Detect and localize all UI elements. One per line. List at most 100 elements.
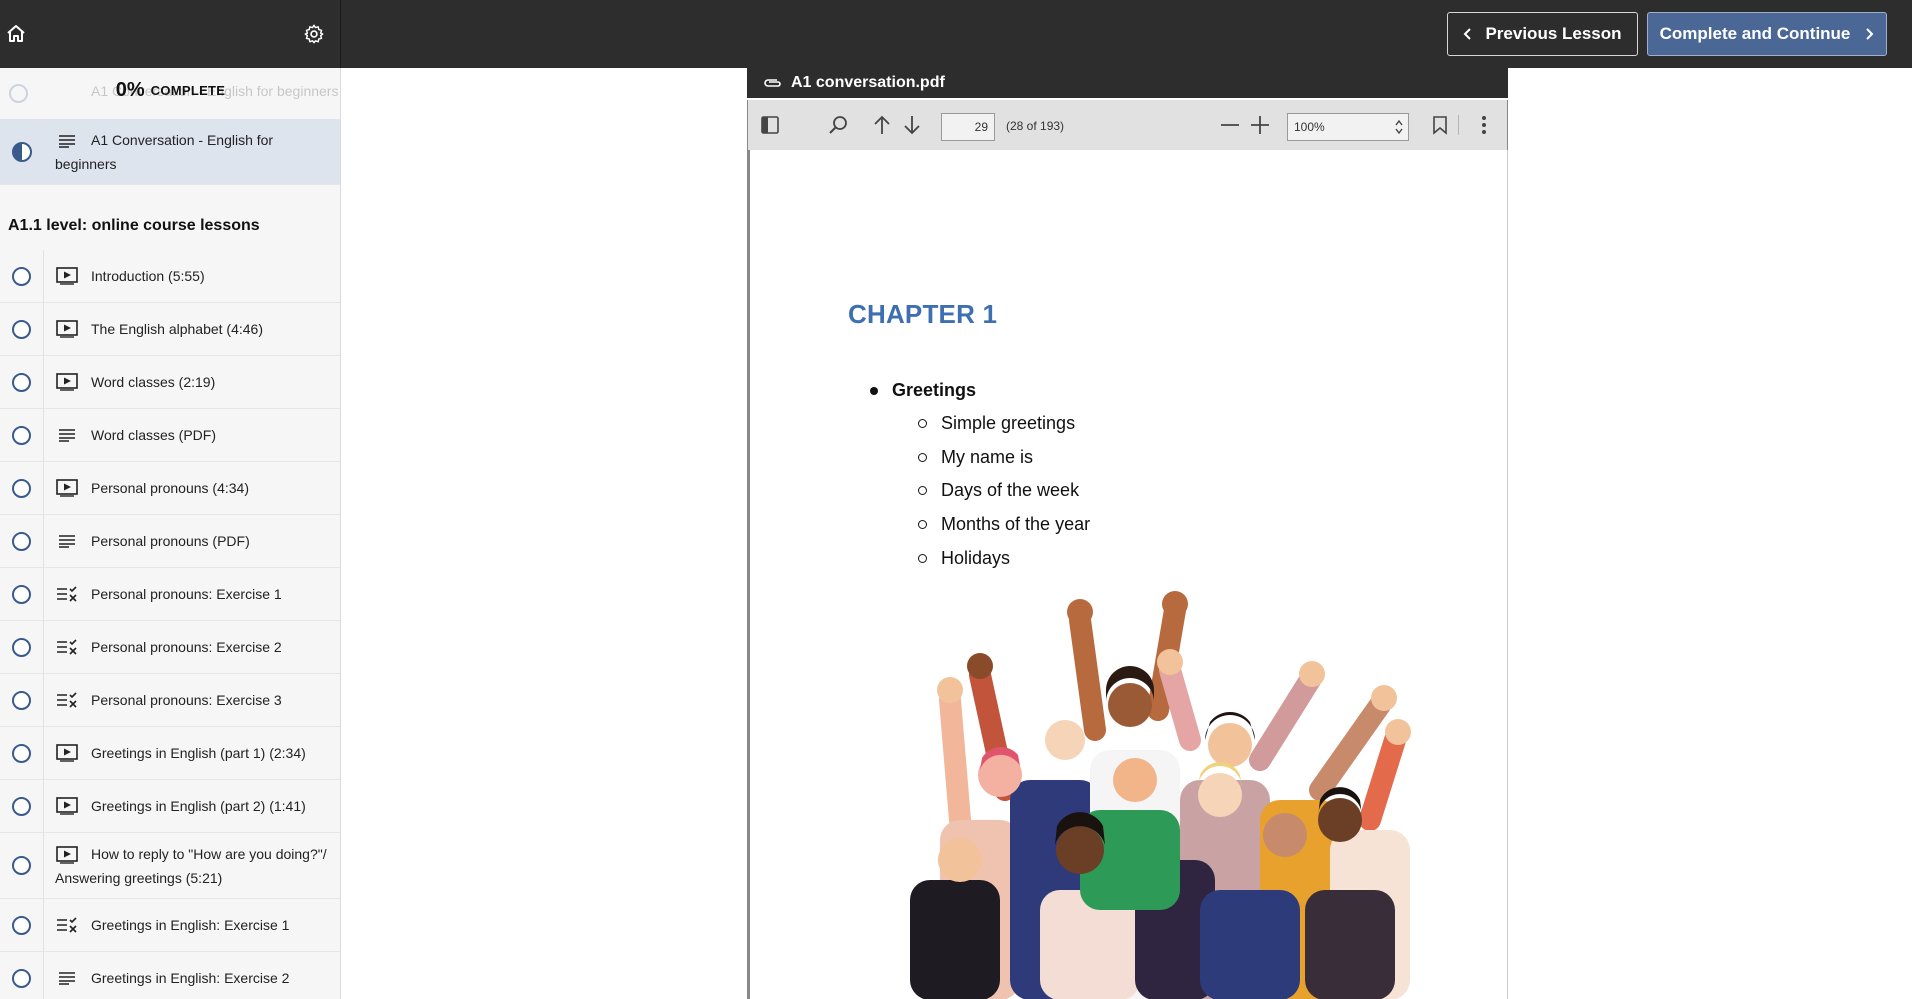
complete-and-continue-button[interactable]: Complete and Continue [1647,12,1887,56]
video-icon [55,845,79,865]
bullet-dot [870,386,878,395]
progress-percent: 0% [115,78,145,101]
people-celebrating-illustration [910,591,1411,999]
home-icon[interactable] [0,18,32,50]
lesson-status [0,899,44,951]
sidebar-header [0,0,341,68]
text-lesson-icon [55,968,79,988]
lesson-title: Personal pronouns (PDF) [91,533,250,549]
lesson-title: How to reply to "How are you doing?"/ [91,846,327,862]
zoom-select[interactable]: 100% [1287,113,1409,141]
search-icon[interactable] [827,113,851,137]
pdf-toolbar: 29 (28 of 193) 100% [747,100,1508,150]
text-lesson-icon [55,531,79,551]
incomplete-circle-icon [12,266,31,286]
lesson-status [0,356,44,408]
page-count: (28 of 193) [1006,119,1065,133]
lesson-row[interactable]: Greetings in English: Exercise 1 [0,899,340,952]
gear-icon[interactable] [298,18,330,50]
incomplete-circle-icon [12,478,31,498]
lesson-row[interactable]: Greetings in English: Exercise 2 [0,952,340,999]
select-arrows-icon [1395,119,1403,135]
quiz-icon [55,915,79,935]
video-icon [55,478,79,498]
incomplete-circle-icon [12,584,31,604]
lesson-title: Personal pronouns (4:34) [91,480,249,496]
lesson-title: Personal pronouns: Exercise 2 [91,639,282,655]
incomplete-circle-icon [12,531,31,551]
arrow-down-icon[interactable] [900,113,924,137]
lesson-row[interactable]: Word classes (2:19) [0,356,340,409]
lesson-row[interactable]: Greetings in English (part 1) (2:34) [0,727,340,780]
sub-bullet-item: Days of the week [918,474,1090,508]
video-icon [55,796,79,816]
lesson-status [0,568,44,620]
main-bullet: Greetings [870,380,976,401]
sub-bullet-item: Holidays [918,541,1090,575]
lesson-status [0,727,44,779]
sub-bullet-item: My name is [918,441,1090,475]
lesson-row[interactable]: Personal pronouns (4:34) [0,462,340,515]
progress-label: COMPLETE [150,82,226,98]
incomplete-circle-icon [12,856,31,875]
sub-bullet-item: Months of the year [918,508,1090,542]
text-lesson-icon [55,425,79,445]
section-title: A1.1 level: online course lessons [8,217,260,234]
lesson-title: Greetings in English: Exercise 1 [91,917,290,933]
pdf-title-bar: A1 conversation.pdf [747,68,1508,98]
complete-and-continue-label: Complete and Continue [1659,24,1851,43]
zoom-out-icon[interactable] [1218,113,1242,137]
lesson-title: A1 Conversation - English for [91,132,274,148]
lesson-title: Personal pronouns: Exercise 3 [91,692,282,708]
sub-bullet-list: Simple greetings My name is Days of the … [918,407,1090,575]
lesson-title: Introduction (5:55) [91,268,205,284]
progress-header: 0% COMPLETE [0,68,340,112]
chevron-left-icon [1464,28,1472,40]
lesson-title-line2: Answering greetings (5:21) [55,870,223,886]
chevron-right-icon [1866,28,1874,40]
incomplete-circle-icon [12,690,31,710]
previous-lesson-button[interactable]: Previous Lesson [1447,12,1638,56]
incomplete-circle-icon [12,915,31,935]
lesson-row[interactable]: Personal pronouns: Exercise 3 [0,674,340,727]
pdf-filename: A1 conversation.pdf [791,74,945,91]
lesson-title-line2: beginners [55,156,117,172]
lesson-status [0,515,44,567]
video-icon [55,319,79,339]
course-sidebar[interactable]: A1 Conversation - English for beginners … [0,68,341,999]
paperclip-icon [764,79,781,87]
main-bullet-text: Greetings [892,380,977,400]
sidebar-toggle-icon[interactable] [758,113,782,137]
more-options-icon[interactable] [1472,113,1496,137]
zoom-in-icon[interactable] [1248,113,1272,137]
lesson-row[interactable]: How to reply to "How are you doing?"/ Ans… [0,833,340,899]
lesson-title: Greetings in English: Exercise 2 [91,970,290,986]
lesson-status [0,250,44,302]
top-bar: Previous Lesson Complete and Continue [0,0,1912,68]
video-icon [55,743,79,763]
lesson-title: The English alphabet (4:46) [91,321,263,337]
lesson-row[interactable]: The English alphabet (4:46) [0,303,340,356]
lesson-row[interactable]: Personal pronouns: Exercise 1 [0,568,340,621]
lesson-row[interactable]: Greetings in English (part 2) (1:41) [0,780,340,833]
lesson-status [0,119,44,184]
lesson-row-current[interactable]: A1 Conversation - English for beginners [0,119,340,185]
toolbar-divider [1458,115,1459,135]
lesson-row[interactable]: Word classes (PDF) [0,409,340,462]
zoom-value: 100% [1294,120,1325,134]
lesson-title: Personal pronouns: Exercise 1 [91,586,282,602]
lesson-row[interactable]: Introduction (5:55) [0,250,340,303]
lesson-status [0,952,44,999]
page-number-input[interactable]: 29 [941,113,995,141]
incomplete-circle-icon [12,743,31,763]
incomplete-circle-icon [12,796,31,816]
bookmark-icon[interactable] [1428,113,1452,137]
lesson-row[interactable]: Personal pronouns (PDF) [0,515,340,568]
lesson-status [0,409,44,461]
incomplete-circle-icon [12,372,31,392]
arrow-up-icon[interactable] [870,113,894,137]
lesson-status [0,462,44,514]
incomplete-circle-icon [12,425,31,445]
lesson-title: Word classes (2:19) [91,374,216,390]
lesson-row[interactable]: Personal pronouns: Exercise 2 [0,621,340,674]
